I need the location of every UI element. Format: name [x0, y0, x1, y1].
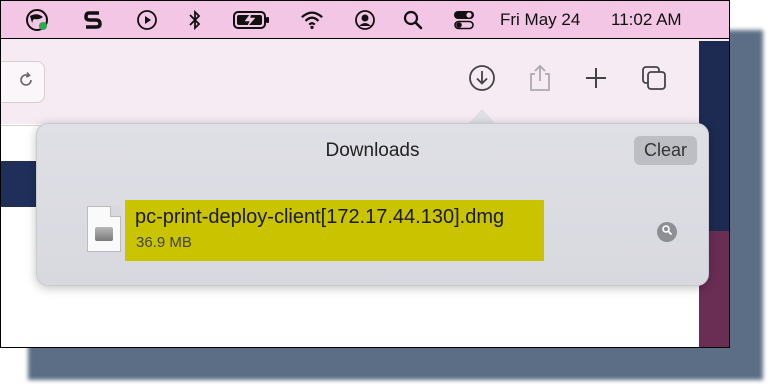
user-circle-icon[interactable] [353, 8, 377, 32]
reload-icon [16, 70, 36, 95]
clear-button[interactable]: Clear [634, 136, 697, 165]
downloads-icon[interactable] [467, 63, 497, 93]
share-icon[interactable] [525, 63, 555, 93]
download-file-size: 36.9 MB [136, 234, 192, 251]
battery-charging-icon[interactable] [233, 8, 271, 32]
magnifier-icon [661, 223, 673, 241]
reveal-in-finder-button[interactable] [657, 222, 677, 242]
dmg-file-icon [87, 206, 121, 252]
s-app-icon[interactable] [81, 8, 105, 32]
search-icon[interactable] [401, 8, 425, 32]
download-item[interactable]: pc-print-deploy-client[172.17.44.130].dm… [85, 198, 645, 264]
menubar-time[interactable]: 11:02 AM [611, 10, 682, 30]
popover-arrow [468, 109, 496, 124]
screenshot-frame: Fri May 24 11:02 AM Downloads Clear pc-p… [0, 0, 730, 348]
play-circle-icon[interactable] [135, 8, 159, 32]
downloads-title: Downloads [325, 140, 420, 161]
menubar-date[interactable]: Fri May 24 [500, 10, 580, 30]
wifi-icon[interactable] [300, 8, 324, 32]
globe-vpn-icon[interactable] [25, 8, 49, 32]
downloads-popover: Downloads Clear pc-print-deploy-client[1… [36, 123, 709, 286]
menu-bar: Fri May 24 11:02 AM [1, 1, 729, 39]
tab-overview-icon[interactable] [639, 63, 669, 93]
browser-toolbar [1, 39, 729, 124]
control-center-icon[interactable] [452, 8, 476, 32]
bluetooth-icon[interactable] [183, 8, 207, 32]
new-tab-icon[interactable] [581, 63, 611, 93]
download-file-name: pc-print-deploy-client[172.17.44.130].dm… [135, 206, 505, 228]
reload-button[interactable] [1, 61, 45, 103]
